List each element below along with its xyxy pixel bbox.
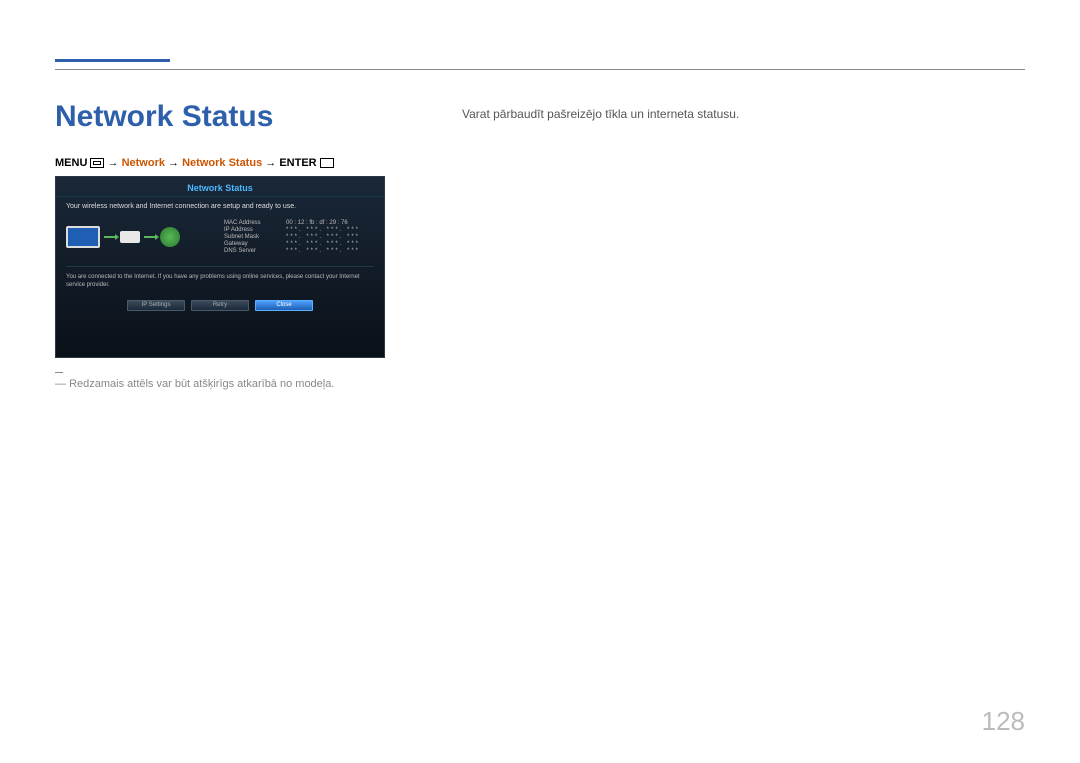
detail-value: ***. ***. ***. *** xyxy=(274,227,374,233)
detail-label: Subnet Mask xyxy=(224,234,274,240)
page-title: Network Status xyxy=(55,100,273,134)
detail-gateway: Gateway ***. ***. ***. *** xyxy=(224,241,374,247)
header-divider xyxy=(55,69,1025,70)
breadcrumb-network: Network xyxy=(122,157,165,169)
ip-settings-button[interactable]: IP Settings xyxy=(127,300,185,311)
detail-label: IP Address xyxy=(224,227,274,233)
osd-title: Network Status xyxy=(56,177,384,197)
connection-arrow-icon xyxy=(144,236,156,238)
detail-value: ***. ***. ***. *** xyxy=(274,234,374,240)
detail-label: MAC Address xyxy=(224,220,274,226)
image-note: ― Redzamais attēls var būt atšķirīgs atk… xyxy=(55,378,334,390)
page-number: 128 xyxy=(982,706,1025,737)
menu-icon xyxy=(90,158,104,168)
router-icon xyxy=(120,231,140,243)
tv-icon xyxy=(66,226,100,248)
detail-mac: MAC Address 00 : 12 : fb : df : 29 : 76 xyxy=(224,220,374,226)
breadcrumb-enter: ENTER xyxy=(279,157,316,169)
arrow-icon: → xyxy=(108,157,119,169)
osd-divider xyxy=(66,266,374,267)
detail-label: Gateway xyxy=(224,241,274,247)
breadcrumb: MENU → Network → Network Status → ENTER xyxy=(55,157,334,169)
osd-screenshot: Network Status Your wireless network and… xyxy=(55,176,385,358)
osd-network-details: MAC Address 00 : 12 : fb : df : 29 : 76 … xyxy=(184,220,374,254)
note-dash xyxy=(55,372,63,373)
detail-label: DNS Server xyxy=(224,248,274,254)
detail-dns: DNS Server ***. ***. ***. *** xyxy=(224,248,374,254)
osd-button-row: IP Settings Retry Close xyxy=(56,300,384,311)
note-text-content: Redzamais attēls var būt atšķirīgs atkar… xyxy=(69,378,334,390)
detail-value: ***. ***. ***. *** xyxy=(274,248,374,254)
enter-icon xyxy=(320,158,334,168)
detail-value: 00 : 12 : fb : df : 29 : 76 xyxy=(274,220,374,226)
detail-value: ***. ***. ***. *** xyxy=(274,241,374,247)
breadcrumb-menu: MENU xyxy=(55,157,87,169)
arrow-icon: → xyxy=(168,157,179,169)
arrow-icon: → xyxy=(265,157,276,169)
detail-subnet: Subnet Mask ***. ***. ***. *** xyxy=(224,234,374,240)
detail-ip: IP Address ***. ***. ***. *** xyxy=(224,227,374,233)
retry-button[interactable]: Retry xyxy=(191,300,249,311)
page-description: Varat pārbaudīt pašreizējo tīkla un inte… xyxy=(462,107,739,121)
globe-icon xyxy=(160,227,180,247)
osd-status-message: Your wireless network and Internet conne… xyxy=(56,197,384,218)
osd-info-text: You are connected to the Internet. If yo… xyxy=(56,273,384,300)
osd-connection-row: MAC Address 00 : 12 : fb : df : 29 : 76 … xyxy=(56,218,384,262)
connection-arrow-icon xyxy=(104,236,116,238)
accent-line xyxy=(55,59,170,62)
close-button[interactable]: Close xyxy=(255,300,313,311)
breadcrumb-network-status: Network Status xyxy=(182,157,262,169)
